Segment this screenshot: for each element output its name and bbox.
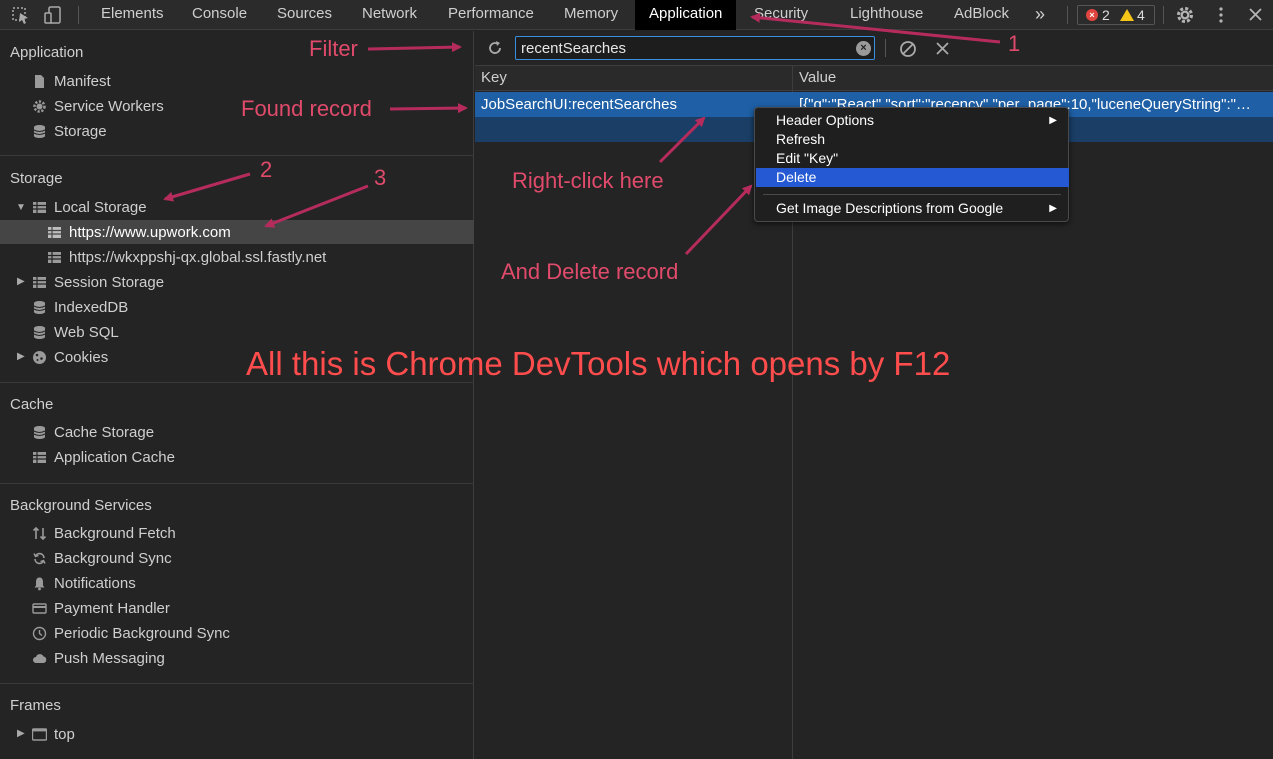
- arrow-to-record-row: [658, 116, 706, 164]
- annotation-filter: Filter: [309, 36, 358, 61]
- arrow-to-filter: [367, 42, 462, 53]
- arrow-to-delete-item: [684, 184, 753, 256]
- annotation-number-2: 2: [260, 157, 273, 182]
- annotation-found-record: Found record: [241, 96, 372, 121]
- annotation-right-click: Right-click here: [512, 168, 664, 193]
- annotation-devtools-note: All this is Chrome DevTools which opens …: [246, 345, 951, 382]
- arrow-to-found-record: [389, 103, 468, 114]
- annotation-number-3: 3: [374, 165, 387, 190]
- annotation-delete-record: And Delete record: [501, 259, 679, 284]
- arrow-to-upwork-origin: [264, 184, 369, 228]
- annotation-number-1: 1: [1008, 31, 1021, 56]
- arrow-to-application-tab: [750, 12, 1001, 44]
- arrow-to-local-storage: [163, 172, 251, 202]
